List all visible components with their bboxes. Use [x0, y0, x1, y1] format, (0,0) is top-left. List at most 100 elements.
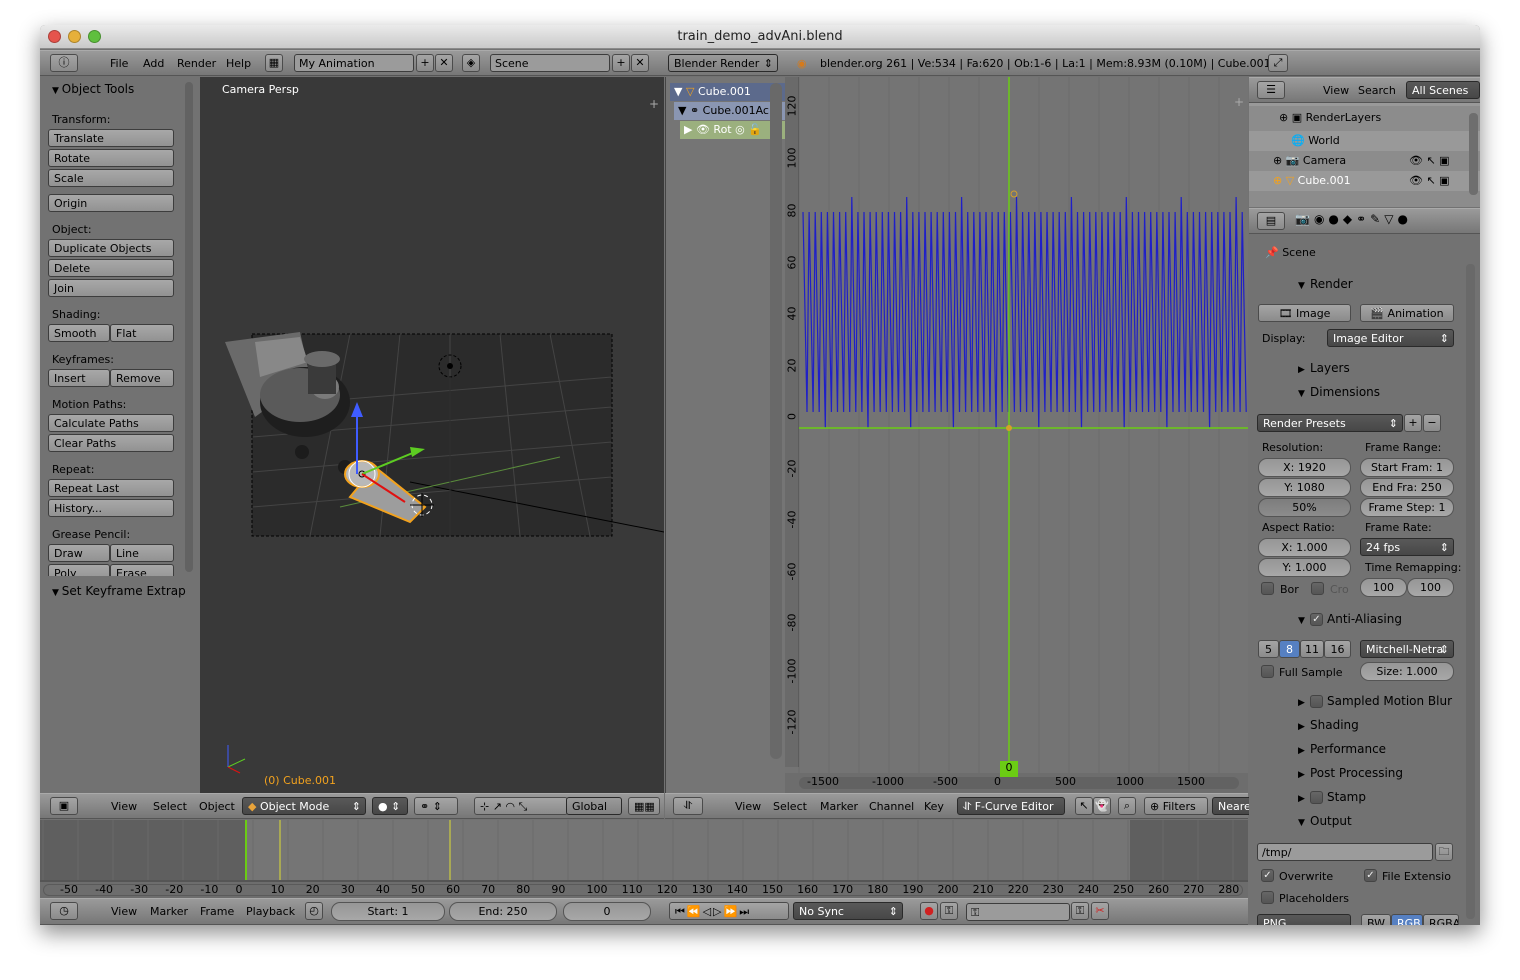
add-layout-icon[interactable]: +: [416, 54, 434, 72]
crop-checkbox[interactable]: [1311, 582, 1324, 595]
full-sample-checkbox[interactable]: [1261, 665, 1274, 678]
start-frame-timeline-field[interactable]: Start: 1: [331, 902, 445, 921]
object-tools-header[interactable]: ▼ Object Tools: [52, 82, 134, 96]
start-frame-field[interactable]: Start Fram: 1: [1360, 458, 1454, 477]
anti-aliasing-checkbox[interactable]: ✓: [1310, 613, 1323, 626]
outliner-menu-search[interactable]: Search: [1358, 84, 1396, 97]
file-format-select[interactable]: PNG: [1257, 914, 1351, 925]
aa-samples-8[interactable]: 8: [1279, 640, 1300, 658]
timeline-menu-playback[interactable]: Playback: [246, 905, 295, 918]
end-frame-field[interactable]: End Fra: 250: [1360, 478, 1454, 497]
shading-panel-header[interactable]: ▶ Shading: [1298, 718, 1359, 732]
graph-menu-view[interactable]: View: [735, 800, 761, 813]
add-preset-icon[interactable]: +: [1404, 414, 1422, 432]
motion-blur-panel-header[interactable]: ▶ Sampled Motion Blur: [1298, 694, 1452, 708]
post-processing-panel-header[interactable]: ▶ Post Processing: [1298, 766, 1403, 780]
display-select[interactable]: Image Editor ⇕: [1327, 329, 1454, 347]
viewport-3d[interactable]: Camera Persp (0) Cube.001 +: [200, 77, 664, 793]
editor-type-graph-icon[interactable]: ⥯: [673, 797, 703, 815]
smooth-button[interactable]: Smooth: [48, 324, 110, 342]
graph-menu-select[interactable]: Select: [773, 800, 807, 813]
scale-button[interactable]: Scale: [48, 169, 174, 187]
performance-panel-header[interactable]: ▶ Performance: [1298, 742, 1386, 756]
graph-corner-icon[interactable]: +: [1234, 95, 1244, 109]
timeline-area[interactable]: [40, 820, 1248, 882]
render-engine-select[interactable]: Blender Render ⇕: [668, 54, 778, 72]
screen-layout-icon[interactable]: ▦: [265, 54, 283, 72]
outliner-renderlayers[interactable]: ⊕ ▣ RenderLayers: [1279, 111, 1381, 124]
color-rgba-button[interactable]: RGBA: [1423, 914, 1459, 925]
filter-size-field[interactable]: Size: 1.000: [1360, 662, 1454, 681]
properties-context-tabs[interactable]: 📷◉●◆⚭✎▽●: [1295, 212, 1480, 231]
channel-scrollbar[interactable]: [770, 83, 782, 759]
insert-keyset-icon[interactable]: ⚿: [1071, 902, 1089, 920]
outliner-scrollbar[interactable]: [1469, 113, 1478, 195]
editor-type-properties-icon[interactable]: ▤: [1257, 212, 1285, 230]
aspect-x-field[interactable]: X: 1.000: [1258, 538, 1351, 557]
line-button[interactable]: Line: [110, 544, 174, 562]
graph-menu-channel[interactable]: Channel: [869, 800, 914, 813]
graph-mode-select[interactable]: ⥯ F-Curve Editor: [957, 797, 1065, 815]
join-button[interactable]: Join: [48, 279, 174, 297]
menu-add[interactable]: Add: [143, 57, 164, 70]
draw-button[interactable]: Draw: [48, 544, 110, 562]
resolution-percentage-slider[interactable]: 50%: [1258, 498, 1351, 517]
overwrite-checkbox[interactable]: ✓: [1261, 869, 1274, 882]
delete-keyset-icon[interactable]: ✂: [1091, 902, 1109, 920]
viewport-shading-select[interactable]: ● ⇕: [372, 797, 408, 815]
menu-file[interactable]: File: [110, 57, 128, 70]
color-rgb-button[interactable]: RGB: [1391, 914, 1423, 925]
ghost-icon[interactable]: 👻: [1093, 797, 1111, 815]
graph-menu-key[interactable]: Key: [924, 800, 944, 813]
remove-preset-icon[interactable]: −: [1423, 414, 1441, 432]
remove-keyframe-button[interactable]: Remove: [110, 369, 174, 387]
outliner-cube[interactable]: ⊕ ▽ Cube.001: [1273, 174, 1351, 187]
translate-button[interactable]: Translate: [48, 129, 174, 147]
duplicate-objects-button[interactable]: Duplicate Objects: [48, 239, 174, 257]
fullscreen-icon[interactable]: ⤢: [1268, 54, 1288, 72]
aa-samples-5[interactable]: 5: [1258, 640, 1279, 658]
camera-visibility-icons[interactable]: 👁 ↖ ▣: [1409, 154, 1450, 167]
layers-panel-header[interactable]: ▶ Layers: [1298, 361, 1350, 375]
origin-button[interactable]: Origin: [48, 194, 174, 212]
timeline-scrollbar[interactable]: [43, 884, 1243, 896]
viewport-corner-icon[interactable]: +: [649, 97, 659, 111]
preview-range-icon[interactable]: ◴: [305, 902, 323, 920]
graph-menu-marker[interactable]: Marker: [820, 800, 858, 813]
editor-type-info-icon[interactable]: ⓘ: [50, 54, 78, 72]
timeline-menu-frame[interactable]: Frame: [200, 905, 234, 918]
current-frame-indicator[interactable]: 0: [1000, 761, 1018, 777]
current-frame-field[interactable]: 0: [563, 902, 651, 921]
only-selected-icon[interactable]: ↖: [1075, 797, 1093, 815]
aa-filter-select[interactable]: Mitchell-Netra ⇕: [1360, 640, 1454, 658]
viewport-menu-select[interactable]: Select: [153, 800, 187, 813]
end-frame-timeline-field[interactable]: End: 250: [449, 902, 557, 921]
remap-old-field[interactable]: 100: [1360, 578, 1407, 597]
outliner-camera[interactable]: ⊕ 📷 Camera: [1273, 154, 1346, 167]
remap-new-field[interactable]: 100: [1407, 578, 1454, 597]
fcurve-path[interactable]: [802, 196, 1247, 429]
resolution-x-field[interactable]: X: 1920: [1258, 458, 1351, 477]
render-presets-select[interactable]: Render Presets ⇕: [1257, 414, 1403, 432]
motion-blur-checkbox[interactable]: [1310, 695, 1323, 708]
graph-hscrollbar[interactable]: [799, 777, 1239, 789]
channel-action[interactable]: ▼ ⚭ Cube.001Ac: [674, 102, 785, 120]
aa-samples-11[interactable]: 11: [1300, 640, 1324, 658]
history-button[interactable]: History...: [48, 499, 174, 517]
erase-button[interactable]: Erase: [110, 564, 174, 576]
menu-help[interactable]: Help: [226, 57, 251, 70]
outliner-scope-select[interactable]: All Scenes: [1406, 81, 1480, 99]
rotate-button[interactable]: Rotate: [48, 149, 174, 167]
editor-type-timeline-icon[interactable]: ◷: [50, 902, 78, 920]
viewport-menu-view[interactable]: View: [111, 800, 137, 813]
aspect-y-field[interactable]: Y: 1.000: [1258, 558, 1351, 577]
repeat-last-button[interactable]: Repeat Last: [48, 479, 174, 497]
menu-render[interactable]: Render: [177, 57, 216, 70]
timeline-menu-view[interactable]: View: [111, 905, 137, 918]
calculate-paths-button[interactable]: Calculate Paths: [48, 414, 174, 432]
playback-controls[interactable]: ⏮⏪◁▷⏩⏭: [669, 902, 789, 920]
remove-scene-icon[interactable]: ✕: [631, 54, 649, 72]
tool-shelf-scrollbar[interactable]: [185, 82, 193, 572]
pivot-select[interactable]: ⚭ ⇕: [414, 797, 458, 815]
keying-set-icon[interactable]: ⚿: [940, 902, 958, 920]
